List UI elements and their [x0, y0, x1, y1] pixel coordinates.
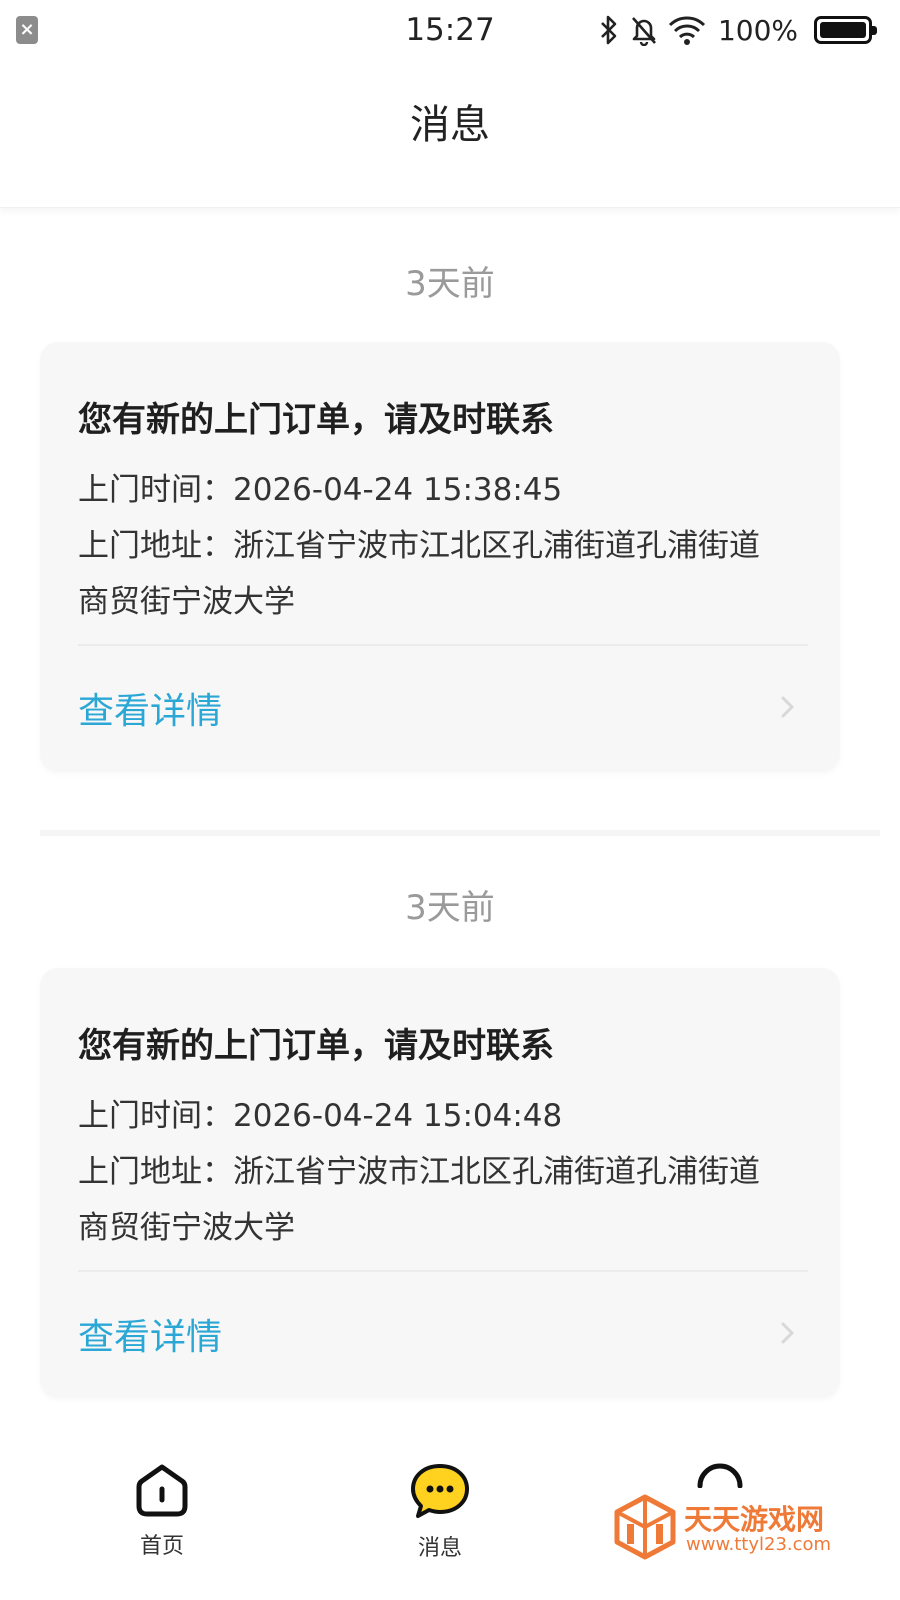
tab-profile[interactable]: [660, 1458, 780, 1492]
visit-time-row: 上门时间：2026-04-24 15:38:45: [78, 462, 818, 518]
tab-home-label: 首页: [139, 1534, 184, 1559]
profile-icon: [697, 1463, 743, 1489]
watermark-title: 天天游戏网: [684, 1503, 825, 1536]
visit-address-label: 上门地址：: [78, 528, 233, 564]
visit-address-line1: 浙江省宁波市江北区孔浦街道孔浦街道: [233, 1154, 760, 1190]
visit-address-line2: 商贸街宁波大学: [78, 1210, 295, 1246]
message-card[interactable]: 您有新的上门订单，请及时联系 上门时间：2026-04-24 15:04:48 …: [40, 968, 840, 1398]
bluetooth-icon: [601, 15, 617, 45]
message-time-divider: 3天前: [405, 888, 495, 928]
watermark-url: www.ttyl23.com: [686, 1534, 832, 1555]
chat-bubble-icon: [411, 1464, 469, 1518]
visit-address-line2: 商贸街宁波大学: [78, 584, 295, 620]
section-separator: [40, 830, 880, 836]
visit-address-row: 上门地址：浙江省宁波市江北区孔浦街道孔浦街道: [78, 1144, 818, 1200]
visit-time-label: 上门时间：: [78, 472, 233, 508]
tab-messages-label: 消息: [417, 1536, 462, 1561]
page-title: 消息: [410, 102, 490, 148]
card-divider: [78, 1270, 808, 1272]
status-icons: 100%: [598, 12, 877, 48]
view-details-link[interactable]: 查看详情: [78, 682, 222, 734]
visit-address-line1: 浙江省宁波市江北区孔浦街道孔浦街道: [233, 528, 760, 564]
wifi-icon: [668, 16, 705, 45]
title-bar: 消息: [0, 62, 900, 208]
message-page: × 15:27 100% 消息 3天前 您有新的上门订单，请及时联系 上门时间：…: [0, 0, 900, 1600]
tab-messages[interactable]: 消息: [380, 1462, 500, 1562]
battery-percentage: 100%: [717, 13, 798, 47]
visit-time-row: 上门时间：2026-04-24 15:04:48: [78, 1088, 818, 1144]
visit-time-value: 2026-04-24 15:38:45: [233, 472, 563, 508]
watermark-logo-icon: [614, 1494, 676, 1560]
home-icon: [136, 1464, 188, 1517]
status-bar: × 15:27 100%: [0, 0, 900, 62]
view-details-link[interactable]: 查看详情: [78, 1308, 222, 1360]
chevron-right-icon[interactable]: [774, 1320, 800, 1346]
watermark: 天天游戏网 www.ttyl23.com: [612, 1490, 892, 1570]
message-title: 您有新的上门订单，请及时联系: [78, 1026, 554, 1066]
visit-address-row: 上门地址：浙江省宁波市江北区孔浦街道孔浦街道: [78, 518, 818, 574]
battery-icon: [814, 16, 877, 44]
visit-time-label: 上门时间：: [78, 1098, 233, 1134]
visit-address-label: 上门地址：: [78, 1154, 233, 1190]
bell-muted-icon: [631, 17, 656, 46]
message-title: 您有新的上门订单，请及时联系: [78, 400, 554, 440]
visit-time-value: 2026-04-24 15:04:48: [233, 1098, 563, 1134]
message-time-divider: 3天前: [405, 264, 495, 304]
chevron-right-icon[interactable]: [774, 694, 800, 720]
tab-home[interactable]: 首页: [102, 1462, 222, 1560]
card-divider: [78, 644, 808, 646]
message-card[interactable]: 您有新的上门订单，请及时联系 上门时间：2026-04-24 15:38:45 …: [40, 342, 840, 772]
